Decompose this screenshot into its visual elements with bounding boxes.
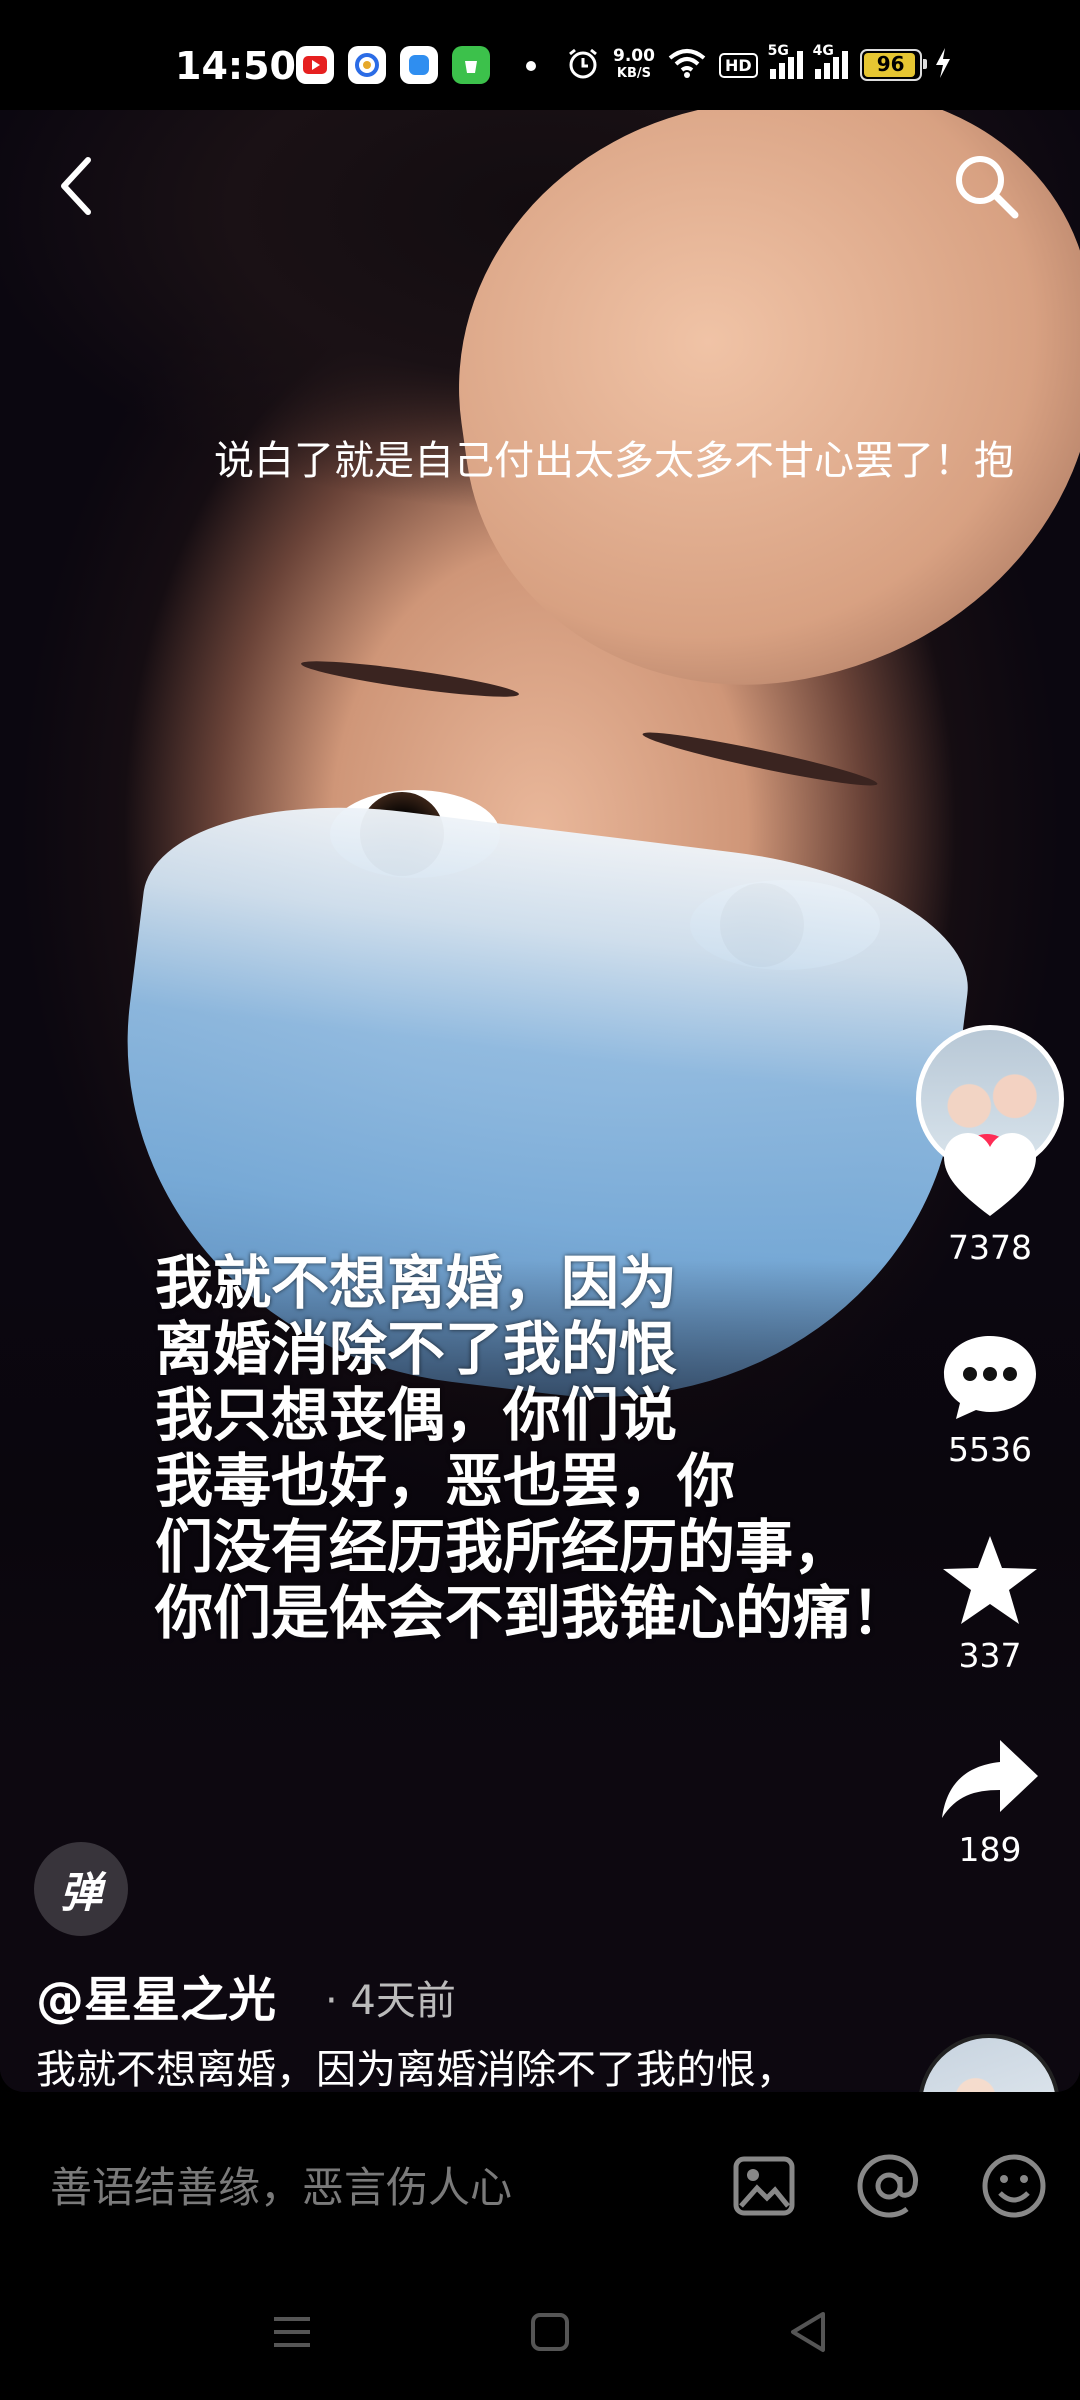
back-arrow-icon [61, 157, 91, 215]
emoji-button[interactable] [980, 2152, 1048, 2220]
network-speed: 9.00 KB/S [613, 46, 655, 82]
notification-dot-icon [526, 61, 536, 71]
video-frame-brow-left [299, 654, 521, 704]
status-app-icons [296, 46, 490, 84]
video-caption-overlay: 我就不想离婚，因为 离婚消除不了我的恨 我只想丧偶，你们说 我毒也好，恶也罢，你… [155, 1249, 910, 1647]
comment-count: 5536 [948, 1430, 1032, 1469]
favorite-button[interactable]: 337 [920, 1534, 1060, 1675]
star-icon [943, 1536, 1037, 1624]
back-triangle-icon [791, 2312, 825, 2352]
like-button[interactable]: 7378 [920, 1130, 1060, 1267]
favorite-count: 337 [958, 1636, 1022, 1675]
comment-input[interactable]: 善语结善缘，恶言伤人心 [50, 2154, 512, 2215]
signal-5g-icon: 5G [768, 43, 803, 79]
share-button[interactable]: 189 [920, 1736, 1060, 1869]
battery-icon: 96 [859, 49, 927, 81]
signal-4g-icon: 4G [813, 43, 848, 79]
search-button[interactable] [950, 150, 1022, 222]
mention-button[interactable] [855, 2152, 923, 2220]
image-button[interactable] [730, 2152, 798, 2220]
menu-icon [274, 2317, 310, 2347]
share-icon [942, 1740, 1038, 1818]
store-app-icon [452, 46, 490, 84]
comment-icon [944, 1336, 1036, 1419]
emoji-icon [982, 2154, 1046, 2218]
back-button[interactable] [40, 150, 112, 222]
image-icon [733, 2156, 795, 2216]
alarm-icon [565, 45, 601, 85]
cloud-app-icon [400, 46, 438, 84]
video-player[interactable]: 说白了就是自己付出太多太多不甘心罢了！抱 我就不想离婚，因为 离婚消除不了我的恨… [0, 110, 1080, 2092]
status-bar: 14:50 9.00 KB/S HD 5G 4G 96 [0, 0, 1080, 108]
home-nav-button[interactable] [520, 2302, 580, 2362]
search-icon [956, 156, 1019, 219]
comment-bar: 善语结善缘，恶言伤人心 [0, 2092, 1080, 2262]
battery-level: 96 [876, 52, 905, 76]
at-icon [857, 2154, 918, 2218]
wifi-icon [667, 47, 707, 83]
menu-nav-button[interactable] [262, 2302, 322, 2362]
like-count: 7378 [948, 1228, 1032, 1267]
comment-button[interactable]: 5536 [920, 1332, 1060, 1469]
post-time: · 4天前 [325, 1978, 456, 2024]
charging-icon [934, 47, 952, 83]
author-name[interactable]: @星星之光 [36, 1960, 276, 2030]
heart-icon [944, 1133, 1036, 1216]
status-indicators: 9.00 KB/S HD 5G 4G 96 [565, 43, 952, 86]
danmu-comment: 说白了就是自己付出太多太多不甘心罢了！抱 [214, 438, 1014, 484]
browser-app-icon [348, 46, 386, 84]
video-app-icon [296, 46, 334, 84]
share-count: 189 [958, 1830, 1022, 1869]
back-nav-button[interactable] [778, 2302, 838, 2362]
danmu-toggle-button[interactable]: 弹 [34, 1842, 128, 1936]
status-time: 14:50 [175, 44, 296, 88]
post-description: 我就不想离婚，因为离婚消除不了我的恨，我只想丧偶，你们说我毒... [36, 2047, 796, 2092]
system-nav-bar [0, 2262, 1080, 2400]
hd-voice-badge: HD [718, 52, 758, 78]
video-frame-brow-right [640, 725, 880, 793]
home-square-icon [531, 2313, 569, 2351]
